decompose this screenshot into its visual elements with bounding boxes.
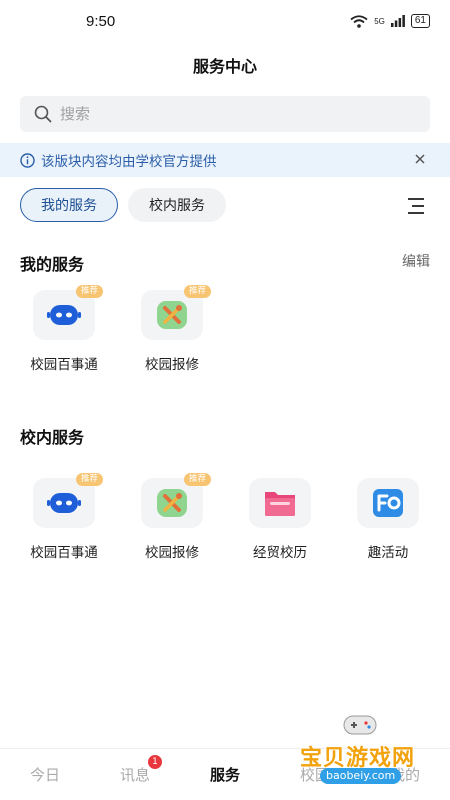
wifi-icon <box>350 14 368 28</box>
service-icon-tile: 推荐 <box>141 285 211 340</box>
service-icon-tile: 推荐 <box>33 285 103 340</box>
service-fun-activity[interactable]: 趣活动 <box>334 478 442 561</box>
service-icon-tile: 推荐 <box>141 473 211 528</box>
service-campus-helper[interactable]: 推荐 校园百事通 <box>10 473 118 561</box>
tab-my-services[interactable]: 我的服务 <box>20 188 118 222</box>
network-label: 5G <box>374 16 385 26</box>
service-label: 校园报修 <box>145 545 199 561</box>
status-time: 9:50 <box>86 13 116 30</box>
service-icon-tile: 推荐 <box>33 473 103 528</box>
watermark-url: baobeiy.com <box>320 768 402 784</box>
folder-calendar-icon <box>265 492 295 516</box>
status-bar: 9:50 5G 61 <box>0 0 450 44</box>
fa-activity-icon <box>373 489 403 517</box>
service-icon-tile <box>357 478 419 528</box>
section-title-campus-services: 校内服务 <box>20 428 85 447</box>
nav-services[interactable]: 服务 <box>180 749 270 800</box>
nav-messages-label: 讯息 <box>119 766 150 784</box>
my-services-grid: 推荐 校园百事通 推荐 校园报修 <box>10 285 226 373</box>
robot-icon <box>47 493 81 513</box>
service-campus-repair[interactable]: 推荐 校园报修 <box>118 473 226 561</box>
battery-icon: 61 <box>410 14 430 28</box>
info-icon <box>20 152 35 168</box>
tab-campus-services[interactable]: 校内服务 <box>128 188 226 222</box>
edit-button[interactable]: 编辑 <box>402 251 430 271</box>
notice-text: 该版块内容均由学校官方提供 <box>41 154 217 170</box>
search-bar[interactable] <box>20 96 430 132</box>
watermark: 宝贝游戏网 baobeiy.com <box>290 710 440 790</box>
service-label: 校园百事通 <box>30 545 98 561</box>
service-tabs: 我的服务 校内服务 <box>20 188 226 222</box>
service-label: 校园百事通 <box>30 357 98 373</box>
recommend-badge: 推荐 <box>75 285 103 298</box>
service-calendar[interactable]: 经贸校历 <box>226 478 334 561</box>
service-label: 校园报修 <box>145 357 199 373</box>
nav-messages[interactable]: 讯息 1 <box>90 749 180 800</box>
nav-today[interactable]: 今日 <box>0 749 90 800</box>
service-label: 经贸校历 <box>253 545 307 561</box>
page-title: 服务中心 <box>192 57 257 76</box>
signal-icon <box>390 15 405 27</box>
notice-banner: 该版块内容均由学校官方提供 <box>0 143 450 177</box>
search-input[interactable] <box>60 105 400 123</box>
service-label: 趣活动 <box>367 545 409 561</box>
robot-icon <box>47 305 81 325</box>
service-icon-tile <box>249 478 311 528</box>
section-title-my-services: 我的服务 <box>20 255 85 274</box>
recommend-badge: 推荐 <box>183 473 211 486</box>
unread-badge: 1 <box>148 755 162 769</box>
service-campus-repair[interactable]: 推荐 校园报修 <box>118 285 226 373</box>
menu-icon[interactable] <box>406 197 426 215</box>
repair-tools-icon <box>157 489 187 517</box>
repair-tools-icon <box>157 301 187 329</box>
close-icon[interactable] <box>412 151 428 167</box>
recommend-badge: 推荐 <box>183 285 211 298</box>
recommend-badge: 推荐 <box>75 473 103 486</box>
gamepad-icon <box>343 715 377 735</box>
campus-services-grid: 推荐 校园百事通 推荐 校园报修 经贸校历 趣活动 <box>10 473 442 561</box>
status-icons: 5G 61 <box>350 14 430 28</box>
service-campus-helper[interactable]: 推荐 校园百事通 <box>10 285 118 373</box>
search-icon <box>34 105 52 123</box>
